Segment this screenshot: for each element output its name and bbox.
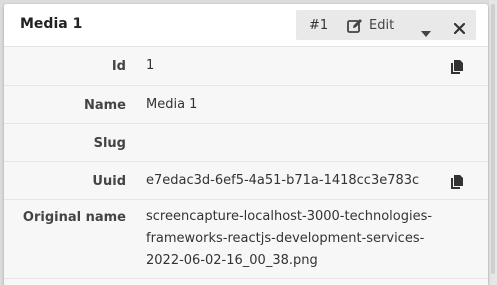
copy-icon xyxy=(451,60,463,74)
caret-down-icon xyxy=(421,31,431,37)
field-row-id: Id 1 xyxy=(4,47,488,86)
panel-header: Media 1 #1 Edit xyxy=(4,4,488,47)
record-id-badge: #1 xyxy=(309,18,329,33)
more-actions-dropdown[interactable] xyxy=(421,22,431,41)
panel-title: Media 1 xyxy=(20,16,83,32)
field-row-slug: Slug xyxy=(4,124,488,162)
copy-uuid-button[interactable] xyxy=(451,174,463,193)
field-row-name: Name Media 1 xyxy=(4,86,488,124)
value-line: screencapture-localhost-3000-technologie… xyxy=(146,209,433,224)
pencil-square-icon xyxy=(347,18,362,33)
field-row-uuid: Uuid e7edac3d-6ef5-4a51-b71a-1418cc3e783… xyxy=(4,162,488,200)
close-button[interactable] xyxy=(453,19,466,38)
field-label: Original name xyxy=(22,210,126,225)
edit-button[interactable]: Edit xyxy=(347,15,394,35)
field-value: e7edac3d-6ef5-4a51-b71a-1418cc3e783c xyxy=(146,173,420,188)
field-label: Id xyxy=(111,59,126,74)
copy-id-button[interactable] xyxy=(451,59,463,78)
close-icon xyxy=(453,22,466,35)
panel-toolbar: #1 Edit xyxy=(296,10,476,40)
field-value: Media 1 xyxy=(146,97,198,112)
copy-icon xyxy=(451,175,463,189)
field-label: Name xyxy=(83,98,126,113)
scrollbar-thumb[interactable] xyxy=(491,4,495,274)
scrollbar[interactable] xyxy=(489,0,497,285)
field-label: Uuid xyxy=(92,174,126,189)
field-row-original-name: Original name screencapture-localhost-30… xyxy=(4,200,488,279)
edit-button-label: Edit xyxy=(369,17,395,33)
value-line: frameworks-reactjs-development-services- xyxy=(146,231,425,246)
field-value: 1 xyxy=(146,58,155,73)
media-detail-panel: Media 1 #1 Edit Id 1 Name Media 1 Slug U… xyxy=(4,4,488,285)
field-label: Slug xyxy=(93,136,126,151)
value-line: 2022-06-02-16_00_38.png xyxy=(146,253,318,268)
field-value: screencapture-localhost-3000-technologie… xyxy=(146,206,432,272)
